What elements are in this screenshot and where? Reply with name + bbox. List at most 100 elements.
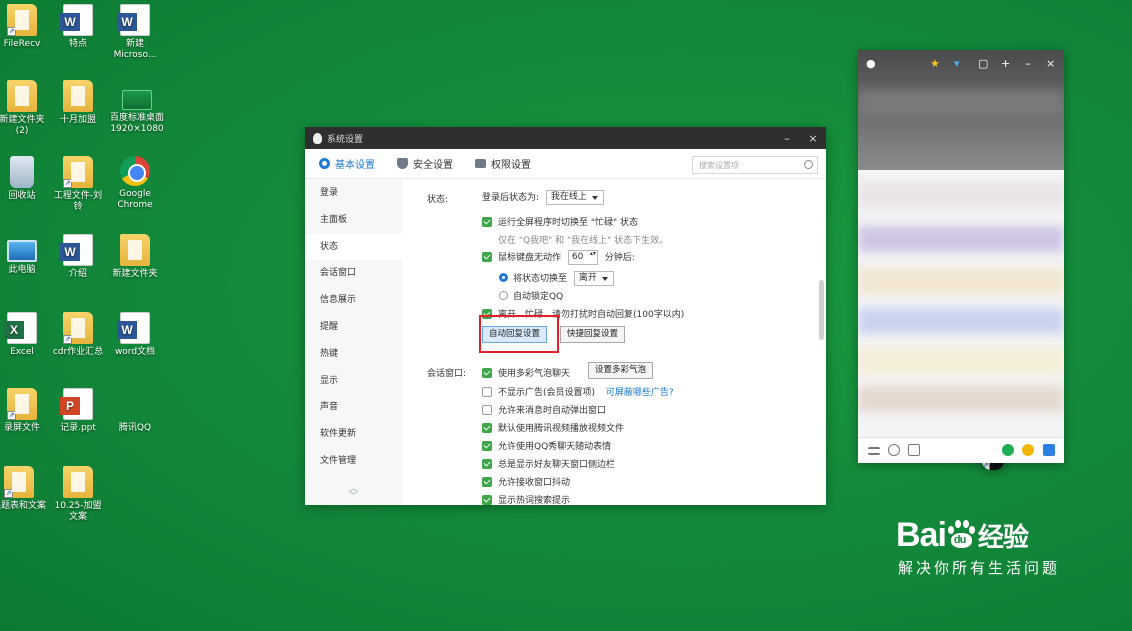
switch-status-select[interactable]: 离开 — [573, 271, 614, 286]
qq-blurred-row — [858, 182, 1064, 208]
sidebar-item-software-update[interactable]: 软件更新 — [305, 421, 402, 448]
desktop-icon-label: 记录.ppt — [60, 423, 96, 433]
option-label: 显示热词搜索提示 — [498, 496, 571, 505]
checkbox-unchecked[interactable] — [482, 387, 492, 397]
shirt-icon[interactable]: ▾ — [954, 57, 960, 70]
plus-icon[interactable]: + — [1001, 57, 1010, 70]
desktop-icon-october[interactable]: 十月加盟 — [48, 80, 108, 126]
sidebar-item-hotkeys[interactable]: 热键 — [305, 341, 402, 368]
session-option-hide-ads[interactable]: 不显示广告(会员设置项) 可屏蔽哪些广告? — [482, 385, 674, 398]
desktop-icon-chrome[interactable]: Google Chrome — [105, 156, 165, 211]
desktop-icon-label: 10.25-加盟 文案 — [54, 501, 102, 522]
desktop-icon-word-file[interactable]: word文档 — [105, 312, 165, 358]
session-option-colorful-bubble[interactable]: 使用多彩气泡聊天 — [482, 366, 570, 379]
session-option-auto-popup[interactable]: 允许来消息时自动弹出窗口 — [482, 403, 606, 416]
desktop-icon-label: 新建文件夹 (2) — [0, 115, 45, 136]
bubble-settings-button[interactable]: 设置多彩气泡 — [588, 362, 654, 379]
desktop-icon-filerecv[interactable]: ↗ FileRecv — [0, 4, 52, 50]
sidebar-item-info-display[interactable]: 信息展示 — [305, 287, 402, 314]
sidebar-item-sound[interactable]: 声音 — [305, 394, 402, 421]
option-label: 使用多彩气泡聊天 — [498, 369, 571, 379]
desktop-icon-label: 此电脑 — [8, 265, 36, 275]
sidebar-item-status[interactable]: 状态 — [305, 233, 402, 261]
watermark-slogan: 解决你所有生活问题 — [898, 559, 1061, 577]
title-bar: 系统设置 – × — [305, 127, 826, 149]
minimize-icon[interactable]: – — [1025, 57, 1031, 70]
session-option-tencent-video[interactable]: 默认使用腾讯视频播放视频文件 — [482, 421, 624, 434]
contacts-icon[interactable] — [888, 444, 900, 456]
desktop-icon-screen-recordings[interactable]: ↗ 录屏文件 — [0, 388, 52, 434]
chrome-icon — [120, 156, 150, 186]
session-option-qq-show[interactable]: 允许使用QQ秀聊天随动表情 — [482, 439, 611, 452]
brand-left: Bai — [896, 516, 947, 554]
radio-selected[interactable] — [499, 273, 508, 282]
desktop-icon-word-doc[interactable]: 特点 — [48, 4, 108, 50]
checkbox-checked[interactable] — [482, 441, 492, 451]
radio-unselected[interactable] — [499, 291, 508, 300]
auto-lock-option[interactable]: 自动锁定QQ — [499, 289, 563, 302]
checkbox-checked[interactable] — [482, 217, 492, 227]
session-section-label: 会话窗口: — [427, 369, 467, 379]
quick-reply-settings-button[interactable]: 快捷回复设置 — [560, 326, 626, 343]
search-icon[interactable] — [804, 160, 813, 169]
sidebar-expand-icon[interactable]: ︿ ﹀ — [349, 485, 358, 502]
checkbox-checked[interactable] — [482, 495, 492, 505]
desktop-icon-course-table[interactable]: ↗ 课题表和文案 — [0, 466, 52, 512]
close-icon[interactable]: × — [1046, 57, 1055, 70]
desktop-icon-excel[interactable]: Excel — [0, 312, 52, 358]
sidebar-item-reminders[interactable]: 提醒 — [305, 314, 402, 341]
sidebar-item-display[interactable]: 显示 — [305, 368, 402, 395]
fullscreen-busy-option[interactable]: 运行全屏程序时切换至 "忙碌" 状态 — [482, 215, 638, 228]
folder-icon: ↗ — [7, 4, 37, 36]
checkbox-checked[interactable] — [482, 459, 492, 469]
sidebar-item-login[interactable]: 登录 — [305, 180, 402, 207]
desktop-icon-ppt[interactable]: 记录.ppt — [48, 388, 108, 434]
session-option-hot-words[interactable]: 显示热词搜索提示 — [482, 493, 570, 505]
tab-permission-settings[interactable]: 权限设置 — [475, 156, 531, 171]
session-option-sidebar[interactable]: 总是显示好友聊天窗口侧边栏 — [482, 457, 615, 470]
system-settings-window: 系统设置 – × 基本设置 安全设置 权限设置 搜索设置项 登录 主面板 状态 … — [305, 127, 826, 505]
sidebar-item-session-window[interactable]: 会话窗口 — [305, 260, 402, 287]
desktop-icon-baidu-wallpaper[interactable]: 百度标准桌面 1920×1080 — [105, 80, 169, 135]
desktop-icon-label: 回收站 — [8, 191, 36, 201]
smile-icon[interactable] — [1022, 444, 1034, 456]
minimize-button[interactable]: – — [774, 132, 800, 145]
checkbox-checked[interactable] — [482, 368, 492, 378]
qq-blurred-row — [858, 308, 1064, 334]
idle-minutes-stepper[interactable]: 60 — [567, 250, 598, 265]
desktop-icon-new-word[interactable]: 新建 Microso... — [105, 4, 165, 61]
sidebar-item-file-management[interactable]: 文件管理 — [305, 448, 402, 475]
app-grid-icon[interactable] — [1043, 444, 1055, 456]
sidebar-item-main-panel[interactable]: 主面板 — [305, 207, 402, 234]
close-button[interactable]: × — [800, 132, 826, 145]
checkbox-checked[interactable] — [482, 252, 492, 262]
image-icon — [122, 90, 152, 110]
apps-icon[interactable] — [908, 444, 920, 456]
desktop-icon-cdr-homework[interactable]: ↗ cdr作业汇总 — [48, 312, 108, 358]
desktop-icon-new-folder-2[interactable]: 新建文件夹 (2) — [0, 80, 52, 137]
desktop-icon-project-files[interactable]: ↗ 工程文件-刘 铃 — [48, 156, 108, 213]
tab-security-settings[interactable]: 安全设置 — [397, 156, 453, 171]
tab-basic-settings[interactable]: 基本设置 — [319, 156, 375, 171]
desktop-icon-recycle-bin[interactable]: 回收站 — [0, 156, 52, 202]
checkbox-unchecked[interactable] — [482, 405, 492, 415]
settings-search-input[interactable]: 搜索设置项 — [692, 156, 818, 174]
login-status-select[interactable]: 我在线上 — [545, 190, 604, 205]
desktop-icon-franchise-copy[interactable]: 10.25-加盟 文案 — [48, 466, 108, 523]
checkbox-checked[interactable] — [482, 423, 492, 433]
mail-icon[interactable]: ▢ — [978, 57, 988, 70]
content-scrollbar[interactable] — [819, 280, 824, 340]
qq-main-panel: ● ★ ▾ ▢ + – × — [858, 50, 1064, 463]
game-icon[interactable] — [1002, 444, 1014, 456]
desktop-icon-intro[interactable]: 介绍 — [48, 234, 108, 280]
menu-icon[interactable] — [868, 447, 880, 455]
desktop-icon-tencent-qq[interactable]: ↗ 腾讯QQ — [105, 388, 1005, 470]
session-option-window-shake[interactable]: 允许接收窗口抖动 — [482, 475, 570, 488]
switch-status-option[interactable]: 将状态切换至 离开 — [499, 271, 614, 286]
checkbox-checked[interactable] — [482, 477, 492, 487]
recycle-bin-icon — [10, 156, 34, 188]
desktop-icon-this-pc[interactable]: 此电脑 — [0, 234, 52, 276]
desktop-icon-new-folder[interactable]: 新建文件夹 — [105, 234, 165, 280]
ads-info-link[interactable]: 可屏蔽哪些广告? — [606, 388, 674, 398]
star-icon[interactable]: ★ — [930, 57, 940, 70]
